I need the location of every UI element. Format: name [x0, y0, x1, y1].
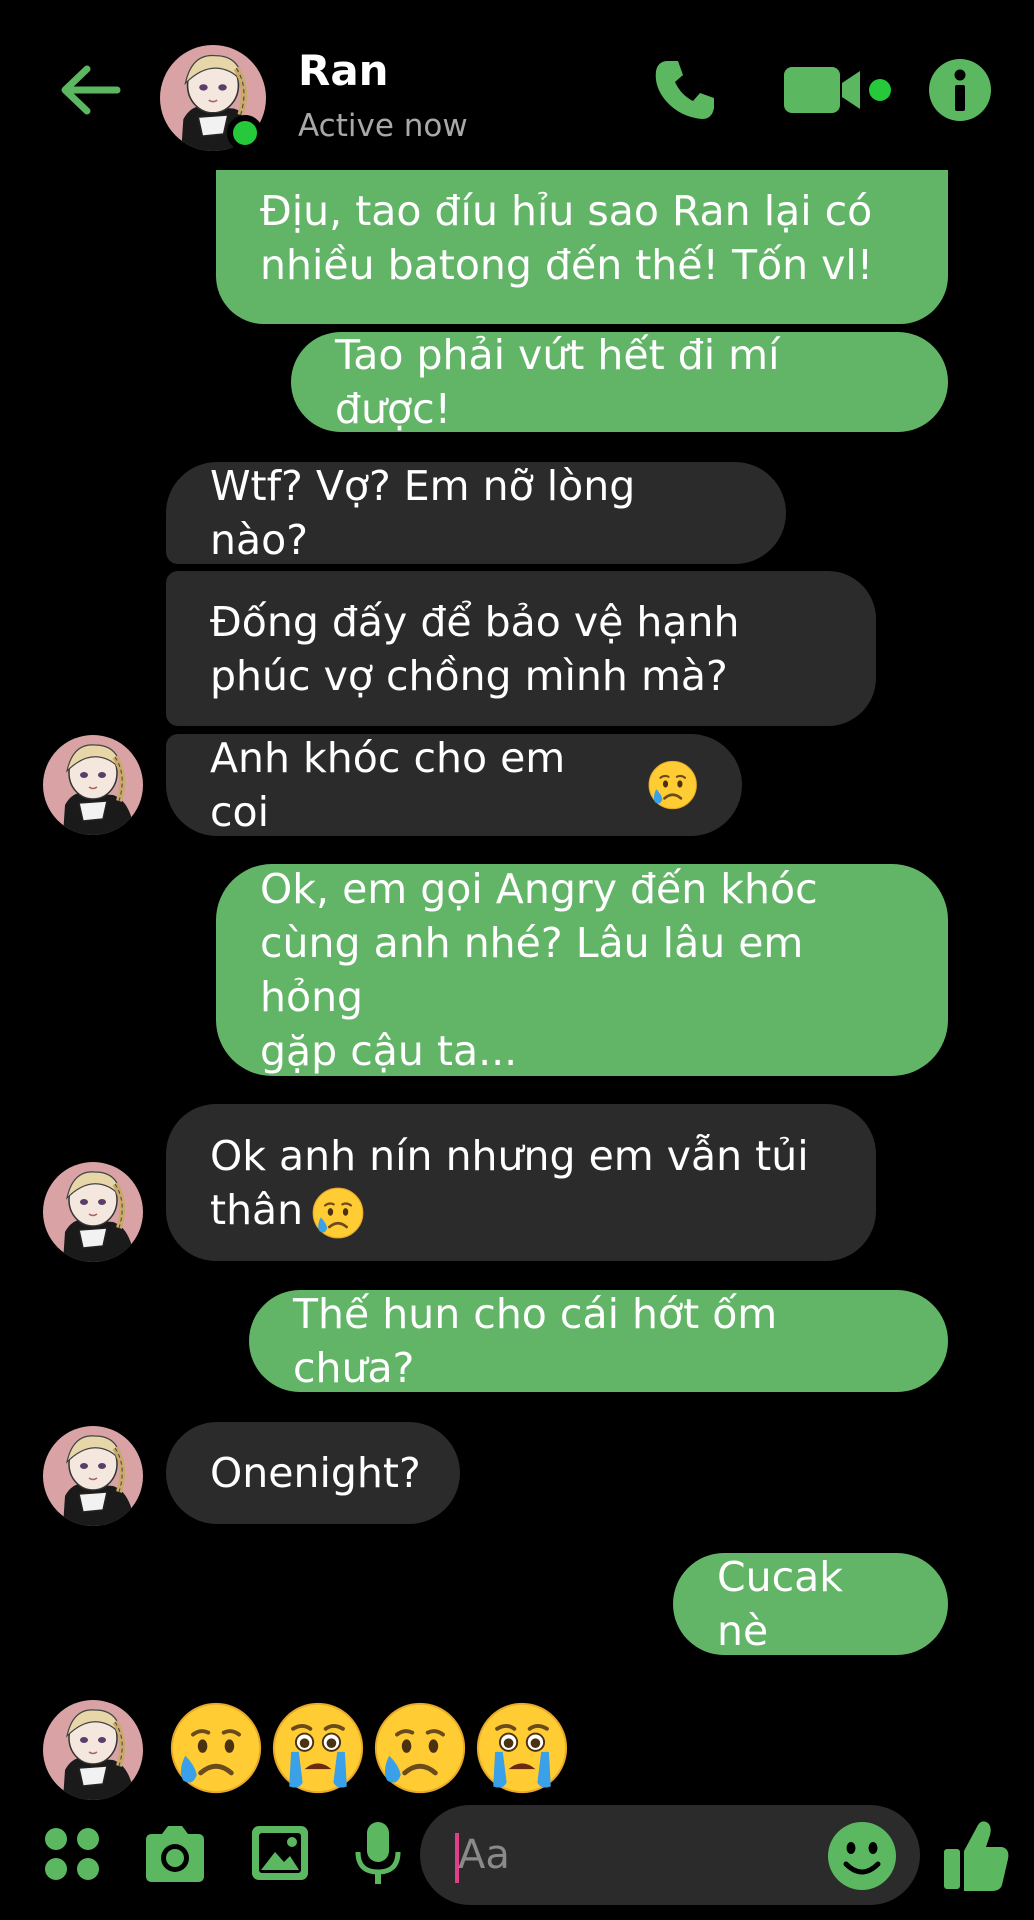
loudly-crying-face-icon — [474, 1700, 570, 1796]
message-text: Onenight? — [210, 1449, 421, 1497]
message-text: Địu, tao đíu hỉu sao Ran lại có nhiều ba… — [260, 187, 874, 289]
message-bubble-incoming[interactable]: Anh khóc cho em coi — [166, 734, 742, 836]
info-icon[interactable] — [925, 55, 995, 125]
image-icon[interactable] — [248, 1818, 312, 1888]
message-text: Thế hun cho cái hớt ốm chưa? — [293, 1290, 778, 1392]
message-bubble-incoming[interactable]: Đống đấy để bảo vệ hạnh phúc vợ chồng mì… — [166, 571, 876, 726]
camera-icon[interactable] — [140, 1818, 210, 1888]
message-text: Ok anh nín nhưng em vẫn tủi thân — [210, 1131, 809, 1234]
arrow-left-icon[interactable] — [55, 55, 125, 125]
smiley-icon[interactable] — [826, 1820, 898, 1892]
video-camera-icon[interactable] — [780, 55, 895, 125]
message-text: Tao phải vứt hết đi mí được! — [335, 331, 780, 433]
contact-avatar[interactable] — [43, 1426, 143, 1526]
thumbs-up-icon[interactable] — [940, 1815, 1012, 1895]
emoji-message[interactable] — [168, 1700, 570, 1800]
message-bubble-outgoing[interactable]: Tao phải vứt hết đi mí được! — [291, 331, 948, 433]
active-status: Active now — [298, 108, 468, 144]
message-text: Anh khóc cho em coi — [210, 734, 566, 836]
loudly-crying-face-icon — [270, 1700, 366, 1796]
message-bubble-outgoing[interactable]: Ok, em gọi Angry đến khóc cùng anh nhé? … — [216, 864, 948, 1076]
sad-but-relieved-face-icon — [372, 1700, 468, 1796]
message-bubble-outgoing[interactable]: Cucak nè — [673, 1553, 948, 1655]
contact-name[interactable]: Ran — [298, 46, 389, 95]
chat-header: Ran Active now — [0, 0, 1034, 185]
message-bubble-outgoing[interactable]: Địu, tao đíu hỉu sao Ran lại có nhiều ba… — [216, 170, 948, 324]
crying-face-icon — [647, 759, 698, 811]
message-text: Cucak nè — [717, 1553, 844, 1655]
message-text: Ok, em gọi Angry đến khóc cùng anh nhé? … — [260, 865, 818, 1075]
message-bubble-outgoing[interactable]: Thế hun cho cái hớt ốm chưa? — [249, 1290, 948, 1392]
message-text: Đống đấy để bảo vệ hạnh phúc vợ chồng mì… — [210, 597, 740, 700]
phone-icon[interactable] — [650, 55, 720, 125]
contact-avatar[interactable] — [43, 1162, 143, 1262]
four-dots-icon[interactable] — [40, 1818, 104, 1888]
sad-but-relieved-face-icon — [311, 1186, 365, 1240]
message-bubble-incoming[interactable]: Ok anh nín nhưng em vẫn tủi thân — [166, 1104, 876, 1261]
message-bubble-incoming[interactable]: Wtf? Vợ? Em nỡ lòng nào? — [166, 462, 786, 564]
message-text: Wtf? Vợ? Em nỡ lòng nào? — [210, 462, 636, 564]
contact-avatar[interactable] — [43, 1700, 143, 1800]
message-input-placeholder: Aa — [458, 1832, 510, 1878]
microphone-icon[interactable] — [352, 1818, 404, 1888]
sad-but-relieved-face-icon — [168, 1700, 264, 1796]
contact-avatar[interactable] — [43, 735, 143, 835]
online-indicator — [227, 115, 263, 151]
message-bubble-incoming[interactable]: Onenight? — [166, 1422, 460, 1524]
